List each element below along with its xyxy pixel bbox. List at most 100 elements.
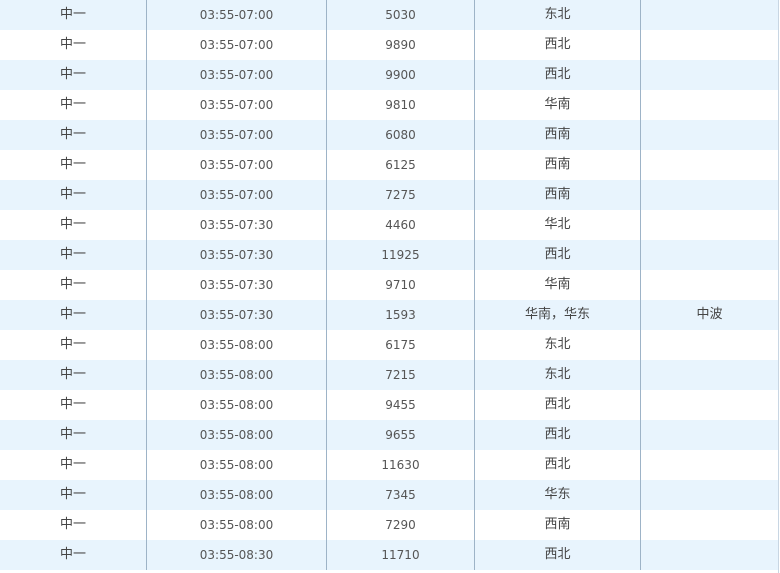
cell-area: 西南 — [474, 120, 640, 150]
cell-time: 03:55-07:00 — [146, 30, 326, 60]
cell-area: 东北 — [474, 330, 640, 360]
cell-day: 中一 — [59, 397, 86, 412]
cell-area: 华南 — [474, 270, 640, 300]
cell-time: 03:55-07:00 — [146, 150, 326, 180]
cell-note — [640, 210, 778, 240]
table-row: 中一 03:55-08:00 7290 西南 — [0, 510, 778, 540]
cell-frequency: 6125 — [326, 150, 474, 180]
cell-day: 中一 — [59, 307, 86, 322]
cell-area: 华南 — [474, 90, 640, 120]
cell-note — [640, 240, 778, 270]
table-row: 中一 03:55-07:00 6080 西南 — [0, 120, 778, 150]
cell-day: 中一 — [59, 7, 86, 22]
cell-day: 中一 — [59, 187, 86, 202]
cell-frequency: 11710 — [326, 540, 474, 570]
cell-note — [640, 540, 778, 570]
cell-day: 中一 — [59, 217, 86, 232]
cell-day: 中一 — [59, 67, 86, 82]
cell-area: 华南，华东 — [474, 300, 640, 330]
table-row: 中一 03:55-07:00 5030 东北 — [0, 0, 778, 30]
cell-note — [640, 150, 778, 180]
table-row: 中一 03:55-07:30 11925 西北 — [0, 240, 778, 270]
cell-note — [640, 270, 778, 300]
cell-time: 03:55-08:00 — [146, 330, 326, 360]
cell-note — [640, 30, 778, 60]
cell-day: 中一 — [59, 547, 86, 562]
cell-area: 西北 — [474, 390, 640, 420]
cell-area: 西北 — [474, 240, 640, 270]
cell-frequency: 5030 — [326, 0, 474, 30]
cell-frequency: 9900 — [326, 60, 474, 90]
table-row: 中一 03:55-07:00 9890 西北 — [0, 30, 778, 60]
cell-frequency: 9455 — [326, 390, 474, 420]
cell-area: 华东 — [474, 480, 640, 510]
cell-frequency: 7275 — [326, 180, 474, 210]
table-row: 中一 03:55-08:00 7215 东北 — [0, 360, 778, 390]
cell-frequency: 6080 — [326, 120, 474, 150]
cell-note — [640, 420, 778, 450]
cell-day: 中一 — [59, 337, 86, 352]
cell-frequency: 9710 — [326, 270, 474, 300]
broadcast-schedule-table: 中一 03:55-07:00 5030 东北 中一 03:55-07:00 9890 西北 中一… — [0, 0, 779, 573]
cell-time: 03:55-07:00 — [146, 0, 326, 30]
cell-note — [640, 0, 778, 30]
cell-area: 西北 — [474, 450, 640, 480]
table-row: 中一 03:55-07:00 9900 西北 — [0, 60, 778, 90]
cell-note — [640, 390, 778, 420]
table-row: 中一 03:55-07:30 4460 华北 — [0, 210, 778, 240]
cell-note — [640, 60, 778, 90]
cell-area: 西南 — [474, 510, 640, 540]
cell-time: 03:55-07:00 — [146, 60, 326, 90]
cell-day: 中一 — [59, 487, 86, 502]
cell-frequency: 7345 — [326, 480, 474, 510]
table-row: 中一 03:55-08:00 9655 西北 — [0, 420, 778, 450]
table-row: 中一 03:55-07:00 7275 西南 — [0, 180, 778, 210]
cell-area: 西南 — [474, 180, 640, 210]
cell-time: 03:55-07:30 — [146, 210, 326, 240]
cell-day: 中一 — [59, 277, 86, 292]
cell-day: 中一 — [59, 97, 86, 112]
cell-time: 03:55-07:30 — [146, 300, 326, 330]
cell-time: 03:55-08:00 — [146, 510, 326, 540]
cell-note — [640, 90, 778, 120]
cell-time: 03:55-07:30 — [146, 240, 326, 270]
cell-day: 中一 — [59, 37, 86, 52]
table-row: 中一 03:55-07:30 9710 华南 — [0, 270, 778, 300]
cell-day: 中一 — [59, 427, 86, 442]
cell-day: 中一 — [59, 517, 86, 532]
table-row: 中一 03:55-08:00 9455 西北 — [0, 390, 778, 420]
cell-note — [640, 120, 778, 150]
cell-time: 03:55-08:00 — [146, 390, 326, 420]
table-row: 中一 03:55-07:00 9810 华南 — [0, 90, 778, 120]
cell-time: 03:55-07:00 — [146, 90, 326, 120]
cell-day: 中一 — [59, 457, 86, 472]
cell-note: 中波 — [640, 300, 778, 330]
cell-frequency: 7290 — [326, 510, 474, 540]
cell-frequency: 4460 — [326, 210, 474, 240]
cell-frequency: 6175 — [326, 330, 474, 360]
cell-time: 03:55-07:00 — [146, 180, 326, 210]
cell-frequency: 9655 — [326, 420, 474, 450]
cell-frequency: 9810 — [326, 90, 474, 120]
cell-day: 中一 — [59, 127, 86, 142]
cell-note — [640, 480, 778, 510]
cell-area: 西北 — [474, 540, 640, 570]
table-row: 中一 03:55-08:00 7345 华东 — [0, 480, 778, 510]
cell-frequency: 1593 — [326, 300, 474, 330]
cell-area: 东北 — [474, 0, 640, 30]
cell-area: 西北 — [474, 60, 640, 90]
cell-day: 中一 — [59, 367, 86, 382]
table-row: 中一 03:55-08:00 6175 东北 — [0, 330, 778, 360]
cell-time: 03:55-07:30 — [146, 270, 326, 300]
cell-frequency: 7215 — [326, 360, 474, 390]
cell-time: 03:55-08:00 — [146, 480, 326, 510]
cell-area: 东北 — [474, 360, 640, 390]
cell-frequency: 11630 — [326, 450, 474, 480]
table-row: 中一 03:55-07:00 6125 西南 — [0, 150, 778, 180]
cell-area: 华北 — [474, 210, 640, 240]
cell-note — [640, 510, 778, 540]
table-row: 中一 03:55-08:00 11630 西北 — [0, 450, 778, 480]
cell-time: 03:55-08:00 — [146, 450, 326, 480]
cell-time: 03:55-07:00 — [146, 120, 326, 150]
cell-area: 西北 — [474, 30, 640, 60]
